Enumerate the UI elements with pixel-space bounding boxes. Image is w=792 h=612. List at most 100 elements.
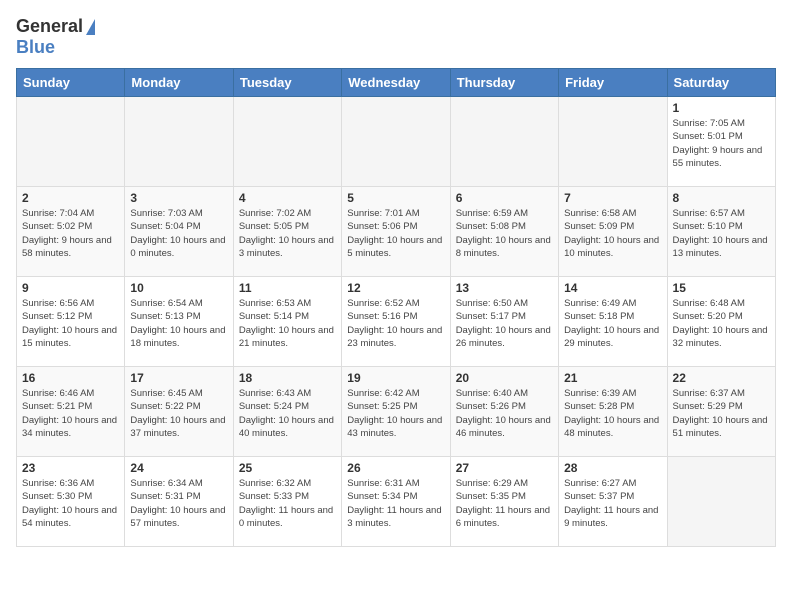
day-number: 27 <box>456 461 553 475</box>
calendar-cell: 27 Sunrise: 6:29 AM Sunset: 5:35 PM Dayli… <box>450 457 558 547</box>
calendar-cell: 8 Sunrise: 6:57 AM Sunset: 5:10 PM Daylig… <box>667 187 775 277</box>
calendar-week-row: 9 Sunrise: 6:56 AM Sunset: 5:12 PM Daylig… <box>17 277 776 367</box>
weekday-header-row: SundayMondayTuesdayWednesdayThursdayFrid… <box>17 69 776 97</box>
calendar-cell: 1 Sunrise: 7:05 AM Sunset: 5:01 PM Daylig… <box>667 97 775 187</box>
day-number: 1 <box>673 101 770 115</box>
day-number: 10 <box>130 281 227 295</box>
calendar-cell: 24 Sunrise: 6:34 AM Sunset: 5:31 PM Dayli… <box>125 457 233 547</box>
day-info: Sunrise: 6:49 AM Sunset: 5:18 PM Dayligh… <box>564 297 661 350</box>
day-number: 16 <box>22 371 119 385</box>
calendar-cell: 9 Sunrise: 6:56 AM Sunset: 5:12 PM Daylig… <box>17 277 125 367</box>
calendar-cell: 21Sunrise: 6:39 AM Sunset: 5:28 PM Dayli… <box>559 367 667 457</box>
day-number: 8 <box>673 191 770 205</box>
calendar-cell: 11Sunrise: 6:53 AM Sunset: 5:14 PM Dayli… <box>233 277 341 367</box>
day-number: 17 <box>130 371 227 385</box>
day-number: 12 <box>347 281 444 295</box>
weekday-header-wednesday: Wednesday <box>342 69 450 97</box>
day-number: 22 <box>673 371 770 385</box>
logo: General Blue <box>16 16 95 58</box>
day-info: Sunrise: 6:56 AM Sunset: 5:12 PM Dayligh… <box>22 297 119 350</box>
day-number: 14 <box>564 281 661 295</box>
day-number: 7 <box>564 191 661 205</box>
calendar-week-row: 23 Sunrise: 6:36 AM Sunset: 5:30 PM Dayli… <box>17 457 776 547</box>
day-number: 26 <box>347 461 444 475</box>
calendar-cell: 28Sunrise: 6:27 AM Sunset: 5:37 PM Dayli… <box>559 457 667 547</box>
day-number: 9 <box>22 281 119 295</box>
calendar-week-row: 16Sunrise: 6:46 AM Sunset: 5:21 PM Dayli… <box>17 367 776 457</box>
weekday-header-friday: Friday <box>559 69 667 97</box>
calendar-cell: 7 Sunrise: 6:58 AM Sunset: 5:09 PM Daylig… <box>559 187 667 277</box>
calendar-cell <box>559 97 667 187</box>
calendar-week-row: 2 Sunrise: 7:04 AM Sunset: 5:02 PM Daylig… <box>17 187 776 277</box>
calendar-cell: 22 Sunrise: 6:37 AM Sunset: 5:29 PM Dayli… <box>667 367 775 457</box>
calendar-cell: 26 Sunrise: 6:31 AM Sunset: 5:34 PM Dayli… <box>342 457 450 547</box>
day-number: 24 <box>130 461 227 475</box>
calendar-cell: 4 Sunrise: 7:02 AM Sunset: 5:05 PM Daylig… <box>233 187 341 277</box>
day-number: 6 <box>456 191 553 205</box>
calendar-cell: 13 Sunrise: 6:50 AM Sunset: 5:17 PM Dayli… <box>450 277 558 367</box>
day-number: 15 <box>673 281 770 295</box>
day-info: Sunrise: 6:37 AM Sunset: 5:29 PM Dayligh… <box>673 387 770 440</box>
calendar-cell: 6 Sunrise: 6:59 AM Sunset: 5:08 PM Daylig… <box>450 187 558 277</box>
calendar-cell: 12 Sunrise: 6:52 AM Sunset: 5:16 PM Dayli… <box>342 277 450 367</box>
day-info: Sunrise: 6:58 AM Sunset: 5:09 PM Dayligh… <box>564 207 661 260</box>
day-number: 4 <box>239 191 336 205</box>
day-number: 2 <box>22 191 119 205</box>
calendar-table: SundayMondayTuesdayWednesdayThursdayFrid… <box>16 68 776 547</box>
calendar-cell <box>342 97 450 187</box>
calendar-cell: 18 Sunrise: 6:43 AM Sunset: 5:24 PM Dayli… <box>233 367 341 457</box>
weekday-header-monday: Monday <box>125 69 233 97</box>
logo-blue-text: Blue <box>16 37 55 57</box>
day-info: Sunrise: 6:50 AM Sunset: 5:17 PM Dayligh… <box>456 297 553 350</box>
calendar-cell <box>667 457 775 547</box>
day-number: 18 <box>239 371 336 385</box>
logo-general-text: General <box>16 16 83 37</box>
day-info: Sunrise: 6:42 AM Sunset: 5:25 PM Dayligh… <box>347 387 444 440</box>
weekday-header-sunday: Sunday <box>17 69 125 97</box>
day-info: Sunrise: 6:52 AM Sunset: 5:16 PM Dayligh… <box>347 297 444 350</box>
day-number: 20 <box>456 371 553 385</box>
day-info: Sunrise: 6:48 AM Sunset: 5:20 PM Dayligh… <box>673 297 770 350</box>
day-info: Sunrise: 6:43 AM Sunset: 5:24 PM Dayligh… <box>239 387 336 440</box>
day-info: Sunrise: 6:31 AM Sunset: 5:34 PM Dayligh… <box>347 477 444 530</box>
day-number: 23 <box>22 461 119 475</box>
calendar-cell <box>450 97 558 187</box>
day-info: Sunrise: 7:04 AM Sunset: 5:02 PM Dayligh… <box>22 207 119 260</box>
calendar-cell: 16Sunrise: 6:46 AM Sunset: 5:21 PM Dayli… <box>17 367 125 457</box>
day-info: Sunrise: 7:05 AM Sunset: 5:01 PM Dayligh… <box>673 117 770 170</box>
calendar-cell: 25 Sunrise: 6:32 AM Sunset: 5:33 PM Dayli… <box>233 457 341 547</box>
day-info: Sunrise: 6:34 AM Sunset: 5:31 PM Dayligh… <box>130 477 227 530</box>
calendar-cell: 5 Sunrise: 7:01 AM Sunset: 5:06 PM Daylig… <box>342 187 450 277</box>
day-info: Sunrise: 6:40 AM Sunset: 5:26 PM Dayligh… <box>456 387 553 440</box>
day-number: 5 <box>347 191 444 205</box>
calendar-cell: 3Sunrise: 7:03 AM Sunset: 5:04 PM Daylig… <box>125 187 233 277</box>
day-info: Sunrise: 6:27 AM Sunset: 5:37 PM Dayligh… <box>564 477 661 530</box>
day-info: Sunrise: 6:36 AM Sunset: 5:30 PM Dayligh… <box>22 477 119 530</box>
day-number: 25 <box>239 461 336 475</box>
day-info: Sunrise: 6:57 AM Sunset: 5:10 PM Dayligh… <box>673 207 770 260</box>
day-info: Sunrise: 7:03 AM Sunset: 5:04 PM Dayligh… <box>130 207 227 260</box>
calendar-cell: 20 Sunrise: 6:40 AM Sunset: 5:26 PM Dayli… <box>450 367 558 457</box>
day-info: Sunrise: 6:45 AM Sunset: 5:22 PM Dayligh… <box>130 387 227 440</box>
calendar-cell <box>125 97 233 187</box>
day-number: 19 <box>347 371 444 385</box>
calendar-cell <box>17 97 125 187</box>
weekday-header-saturday: Saturday <box>667 69 775 97</box>
calendar-cell: 14 Sunrise: 6:49 AM Sunset: 5:18 PM Dayli… <box>559 277 667 367</box>
day-info: Sunrise: 6:29 AM Sunset: 5:35 PM Dayligh… <box>456 477 553 530</box>
day-info: Sunrise: 7:01 AM Sunset: 5:06 PM Dayligh… <box>347 207 444 260</box>
day-number: 13 <box>456 281 553 295</box>
day-info: Sunrise: 6:39 AM Sunset: 5:28 PM Dayligh… <box>564 387 661 440</box>
day-info: Sunrise: 6:32 AM Sunset: 5:33 PM Dayligh… <box>239 477 336 530</box>
calendar-cell: 19 Sunrise: 6:42 AM Sunset: 5:25 PM Dayli… <box>342 367 450 457</box>
calendar-cell: 17 Sunrise: 6:45 AM Sunset: 5:22 PM Dayli… <box>125 367 233 457</box>
day-info: Sunrise: 6:54 AM Sunset: 5:13 PM Dayligh… <box>130 297 227 350</box>
weekday-header-thursday: Thursday <box>450 69 558 97</box>
day-info: Sunrise: 7:02 AM Sunset: 5:05 PM Dayligh… <box>239 207 336 260</box>
page-header: General Blue <box>16 16 776 58</box>
weekday-header-tuesday: Tuesday <box>233 69 341 97</box>
calendar-cell: 2 Sunrise: 7:04 AM Sunset: 5:02 PM Daylig… <box>17 187 125 277</box>
calendar-week-row: 1 Sunrise: 7:05 AM Sunset: 5:01 PM Daylig… <box>17 97 776 187</box>
day-info: Sunrise: 6:59 AM Sunset: 5:08 PM Dayligh… <box>456 207 553 260</box>
calendar-cell: 10 Sunrise: 6:54 AM Sunset: 5:13 PM Dayli… <box>125 277 233 367</box>
